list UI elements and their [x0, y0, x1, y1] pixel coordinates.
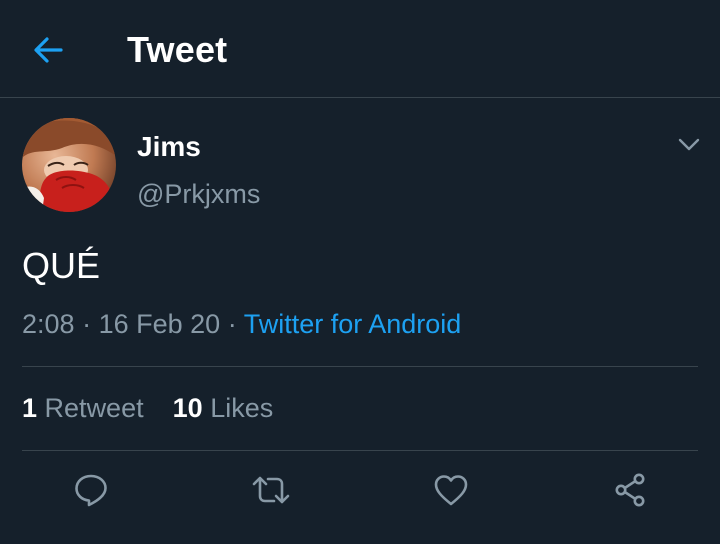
back-button[interactable] — [22, 28, 74, 72]
divider — [22, 450, 698, 451]
page-title: Tweet — [127, 29, 228, 70]
share-button[interactable] — [608, 468, 652, 512]
retweets-label: Retweet — [44, 393, 144, 423]
chevron-down-icon — [678, 138, 700, 151]
share-icon — [615, 473, 645, 507]
retweets-stat[interactable]: 1 Retweet — [22, 393, 151, 423]
heart-icon — [434, 475, 468, 506]
avatar-image — [22, 118, 116, 212]
tweet-options-button[interactable] — [670, 128, 708, 162]
meta-separator: · — [82, 309, 92, 339]
likes-label: Likes — [210, 393, 274, 423]
tweet-text: QUÉ — [22, 245, 101, 286]
author-handle[interactable]: @Prkjxms — [137, 177, 260, 211]
tweet-detail-screen: Tweet Jims @Prkjxms QUÉ 2:08 · 16 Feb 20… — [0, 0, 720, 544]
reply-button[interactable] — [69, 468, 113, 512]
divider — [22, 366, 698, 367]
like-button[interactable] — [429, 468, 473, 512]
top-app-bar: Tweet — [0, 0, 720, 98]
meta-separator: · — [227, 309, 237, 339]
arrow-left-icon — [34, 37, 63, 63]
reply-icon — [75, 474, 107, 507]
tweet-source-link[interactable]: Twitter for Android — [244, 309, 462, 339]
tweet-meta: 2:08 · 16 Feb 20 · Twitter for Android — [22, 306, 461, 342]
retweet-icon — [252, 476, 290, 504]
likes-stat[interactable]: 10 Likes — [173, 393, 274, 423]
tweet-date: 16 Feb 20 — [98, 309, 221, 339]
tweet-stats: 1 Retweet 10 Likes — [22, 390, 273, 426]
likes-count: 10 — [172, 393, 203, 423]
avatar[interactable] — [22, 118, 116, 212]
tweet-time: 2:08 — [22, 309, 75, 339]
author-display-name[interactable]: Jims — [137, 130, 201, 164]
retweets-count: 1 — [22, 393, 38, 423]
retweet-button[interactable] — [249, 468, 293, 512]
